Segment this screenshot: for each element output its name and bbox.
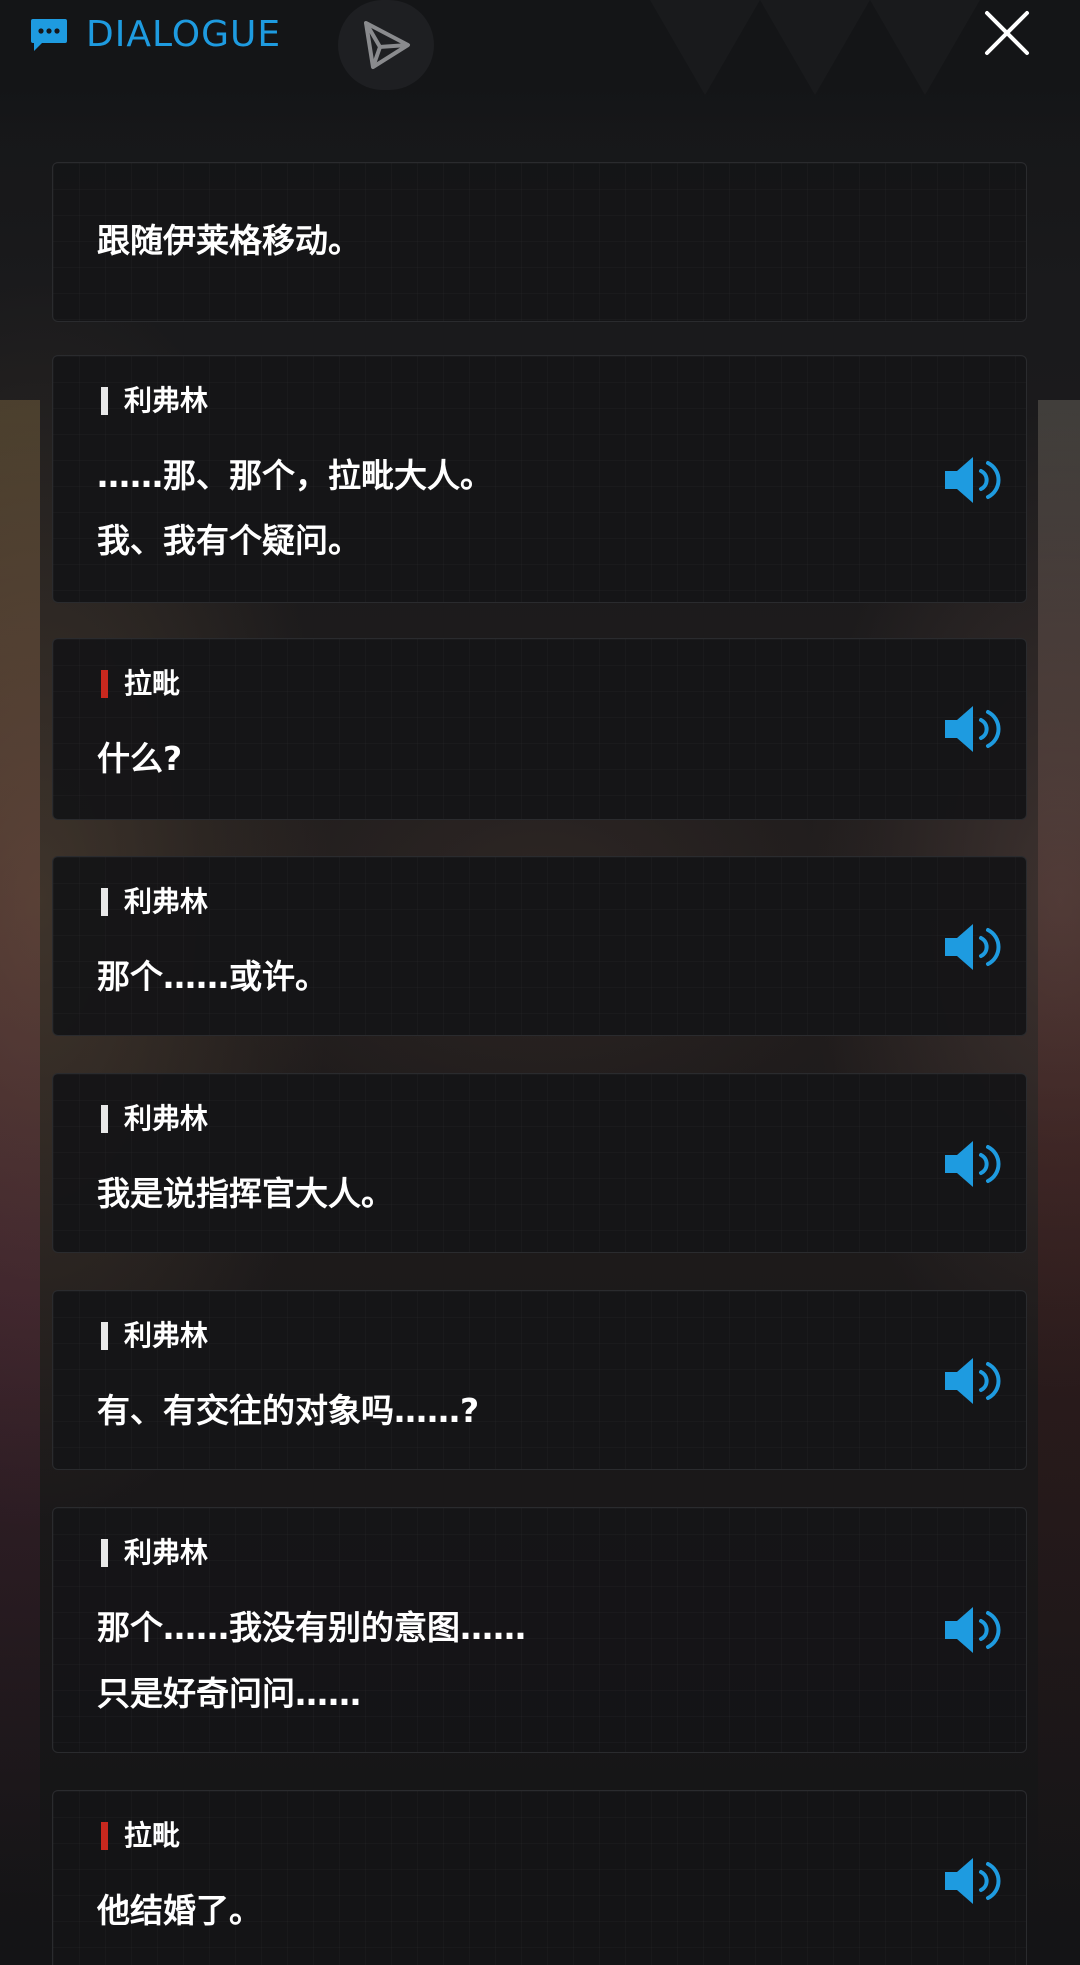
speaker-volume-icon	[945, 924, 1001, 970]
close-icon	[985, 11, 1029, 55]
speaker-label: 利弗林	[101, 885, 208, 919]
dialogue-log-title: DIALOGUE	[30, 14, 281, 55]
speaker-volume-icon	[945, 1858, 1001, 1904]
speaker-label: 利弗林	[101, 384, 208, 418]
speaker-name: 利弗林	[124, 1536, 209, 1569]
dialogue-entry: 利弗林 那个……或许。	[52, 856, 1027, 1036]
speaker-bar	[101, 670, 108, 698]
play-voice-button[interactable]	[943, 1604, 1005, 1656]
dialogue-line: 我、我有个疑问。	[97, 521, 361, 560]
background-character-left	[0, 400, 40, 1900]
play-voice-button[interactable]	[943, 1138, 1005, 1190]
dialogue-entry: 拉毗 什么?	[52, 638, 1027, 820]
speaker-bar	[101, 1322, 108, 1350]
narration-entry: 跟随伊莱格移动。	[52, 162, 1027, 322]
play-voice-button[interactable]	[943, 921, 1005, 973]
dialogue-entry: 拉毗 他结婚了。	[52, 1790, 1027, 1965]
chat-bubble-icon	[31, 18, 67, 51]
dialogue-line: 什么?	[97, 739, 183, 778]
send-arrow-icon	[364, 21, 410, 69]
dialogue-entry: 利弗林 有、有交往的对象吗……?	[52, 1290, 1027, 1470]
speaker-name: 利弗林	[124, 885, 209, 918]
speaker-label: 拉毗	[101, 1819, 180, 1853]
dialogue-line: 跟随伊莱格移动。	[97, 221, 361, 260]
play-voice-button[interactable]	[943, 454, 1005, 506]
dialogue-line: 那个……我没有别的意图……	[97, 1608, 526, 1647]
close-button[interactable]	[982, 8, 1032, 58]
speaker-name: 拉毗	[124, 1819, 181, 1852]
speaker-bar	[101, 1105, 108, 1133]
auto-play-button[interactable]	[338, 0, 434, 90]
dialogue-line: 只是好奇问问……	[97, 1674, 361, 1713]
speaker-bar	[101, 1539, 108, 1567]
play-voice-button[interactable]	[943, 1355, 1005, 1407]
decorative-triangle	[760, 0, 870, 95]
speaker-name: 拉毗	[124, 667, 181, 700]
dialogue-entry: 利弗林 ……那、那个，拉毗大人。 我、我有个疑问。	[52, 355, 1027, 603]
play-voice-button[interactable]	[943, 1855, 1005, 1907]
speaker-volume-icon	[945, 1358, 1001, 1404]
speaker-name: 利弗林	[124, 1102, 209, 1135]
decorative-triangle	[650, 0, 760, 95]
speaker-bar	[101, 888, 108, 916]
speaker-name: 利弗林	[124, 1319, 209, 1352]
dialogue-line: 那个……或许。	[97, 957, 328, 996]
dialogue-entry: 利弗林 那个……我没有别的意图…… 只是好奇问问……	[52, 1507, 1027, 1753]
speaker-label: 拉毗	[101, 667, 180, 701]
dialogue-entry: 利弗林 我是说指挥官大人。	[52, 1073, 1027, 1253]
speaker-label: 利弗林	[101, 1102, 208, 1136]
speaker-bar	[101, 387, 108, 415]
dialogue-line: 他结婚了。	[97, 1891, 262, 1930]
speaker-volume-icon	[945, 457, 1001, 503]
dialogue-line: 我是说指挥官大人。	[97, 1174, 394, 1213]
page-title: DIALOGUE	[86, 14, 282, 55]
dialogue-line: ……那、那个，拉毗大人。	[97, 456, 493, 495]
speaker-label: 利弗林	[101, 1319, 208, 1353]
play-voice-button[interactable]	[943, 703, 1005, 755]
background-character-right	[1038, 400, 1080, 1900]
speaker-label: 利弗林	[101, 1536, 208, 1570]
speaker-volume-icon	[945, 1141, 1001, 1187]
decorative-triangle	[870, 0, 980, 95]
speaker-volume-icon	[945, 1607, 1001, 1653]
dialogue-line: 有、有交往的对象吗……?	[97, 1391, 480, 1430]
speaker-volume-icon	[945, 706, 1001, 752]
speaker-bar	[101, 1822, 108, 1850]
speaker-name: 利弗林	[124, 384, 209, 417]
